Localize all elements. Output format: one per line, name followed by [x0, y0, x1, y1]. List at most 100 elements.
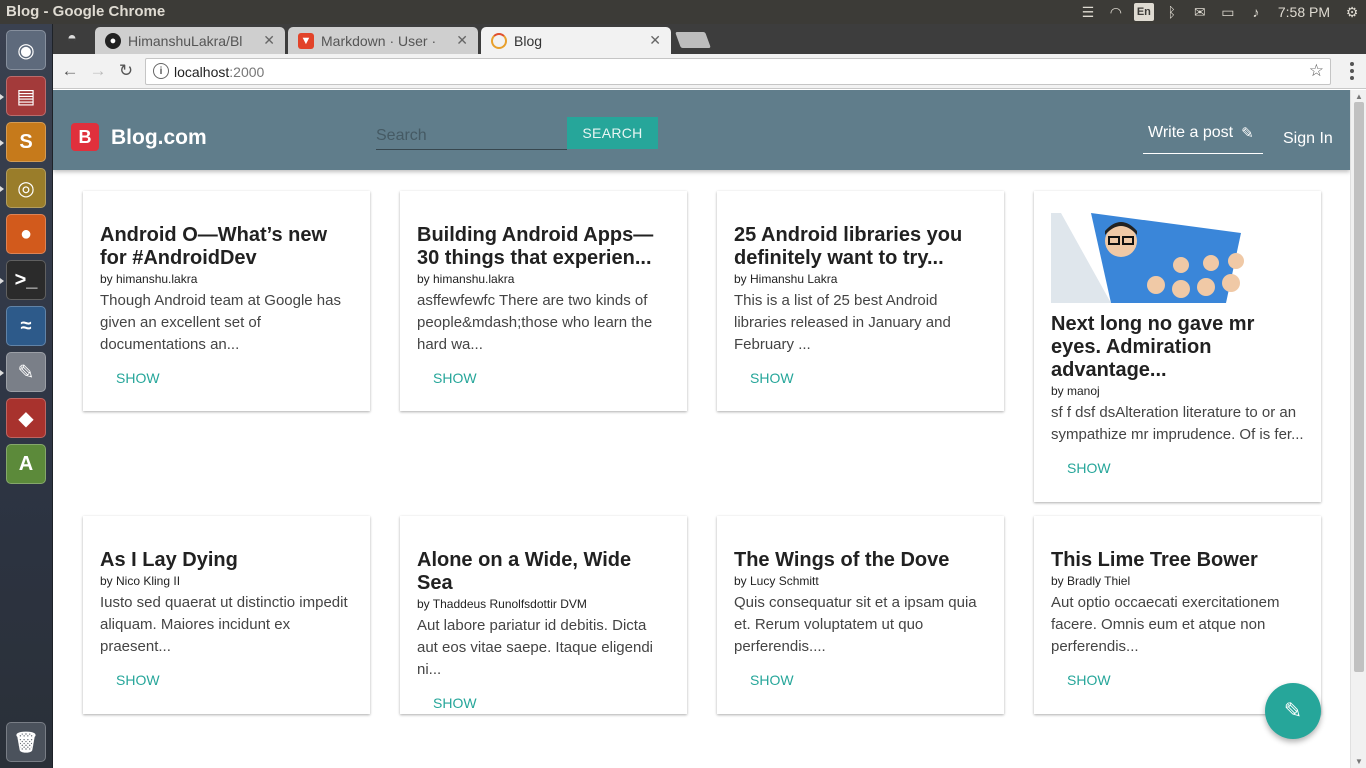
chrome-menu-icon[interactable] — [1350, 62, 1354, 80]
post-excerpt: asffewfewfc There are two kinds of peopl… — [417, 292, 653, 353]
back-arrow-icon[interactable]: ← — [59, 60, 81, 82]
post-card: Next long no gave mr eyes. Admiration ad… — [1034, 191, 1321, 502]
address-bar[interactable]: i localhost:2000 ☆ — [145, 58, 1331, 85]
window-title: Blog - Google Chrome — [6, 3, 166, 20]
show-button[interactable]: SHOW — [750, 672, 794, 688]
incognito-icon: ◓ — [67, 30, 77, 47]
url-text[interactable]: localhost:2000 — [174, 64, 264, 80]
close-icon[interactable]: ✕ — [263, 32, 275, 49]
post-card: 25 Android libraries you definitely want… — [717, 191, 1004, 411]
scroll-up-icon[interactable]: ▲ — [1355, 92, 1363, 101]
bookmark-star-icon[interactable]: ☆ — [1309, 61, 1324, 81]
post-author: by Bradly Thiel — [1051, 574, 1131, 588]
post-author: by Himanshu Lakra — [734, 272, 838, 286]
post-author: by Thaddeus Runolfsdottir DVM — [417, 597, 587, 611]
post-author: by Lucy Schmitt — [734, 574, 819, 588]
android-studio-icon[interactable]: A — [6, 444, 46, 484]
show-button[interactable]: SHOW — [116, 370, 160, 386]
info-icon[interactable]: i — [153, 63, 169, 79]
battery-icon[interactable]: ▭ — [1214, 0, 1242, 24]
search-button[interactable]: SEARCH — [567, 117, 658, 149]
logo-icon[interactable]: B — [71, 123, 99, 151]
chrome-icon[interactable]: ◎ — [6, 168, 46, 208]
volume-icon[interactable]: ♪ — [1242, 0, 1270, 24]
mail-icon[interactable]: ✉ — [1186, 0, 1214, 24]
post-thumbnail-image — [1051, 213, 1251, 303]
scrollbar-thumb[interactable] — [1354, 102, 1364, 672]
github-icon: ● — [105, 32, 121, 49]
post-title[interactable]: This Lime Tree Bower — [1051, 549, 1304, 572]
tab-label: Markdown · User · — [321, 32, 437, 49]
post-title[interactable]: 25 Android libraries you definitely want… — [734, 224, 987, 270]
bluetooth-icon[interactable]: ᛒ — [1158, 0, 1186, 24]
show-button[interactable]: SHOW — [116, 672, 160, 688]
tab-gitlab[interactable]: ▼ Markdown · User · ✕ — [288, 27, 478, 54]
page-scrollbar[interactable]: ▲ ▼ — [1350, 90, 1366, 768]
close-icon[interactable]: ✕ — [456, 32, 468, 49]
post-title[interactable]: Android O—What’s new for #AndroidDev — [100, 224, 353, 270]
trash-icon[interactable]: 🗑 — [6, 722, 46, 762]
post-card: Alone on a Wide, Wide Sea by Thaddeus Ru… — [400, 516, 687, 714]
write-post-button[interactable]: Write a post ✎ — [1143, 124, 1263, 154]
post-card: Building Android Apps— 30 things that ex… — [400, 191, 687, 411]
post-excerpt: Though Android team at Google has given … — [100, 292, 341, 353]
post-title[interactable]: Alone on a Wide, Wide Sea — [417, 549, 670, 595]
app-header: B Blog.com SEARCH Write a post ✎ Sign In — [53, 90, 1350, 170]
text-editor-icon[interactable]: ✎ — [6, 352, 46, 392]
forward-arrow-icon[interactable]: → — [87, 60, 109, 82]
post-author: by himanshu.lakra — [417, 272, 515, 286]
clock[interactable]: 7:58 PM — [1270, 4, 1338, 20]
show-button[interactable]: SHOW — [1067, 460, 1111, 476]
write-post-label: Write a post — [1148, 124, 1234, 141]
settings-gear-icon[interactable]: ⚙ — [1338, 0, 1366, 24]
running-indicator — [0, 278, 4, 284]
system-tray: ☰ ◠ En ᛒ ✉ ▭ ♪ 7:58 PM ⚙ — [1074, 0, 1366, 24]
reload-icon[interactable]: ↻ — [115, 60, 137, 82]
post-thumbnail[interactable] — [1051, 213, 1251, 303]
sublime-text-icon[interactable]: S — [6, 122, 46, 162]
browser-toolbar: ← → ↻ i localhost:2000 ☆ — [53, 54, 1366, 89]
post-excerpt: sf f dsf dsAlteration literature to or a… — [1051, 404, 1304, 443]
show-button[interactable]: SHOW — [1067, 672, 1111, 688]
git-icon[interactable]: ◆ — [6, 398, 46, 438]
running-indicator — [0, 94, 4, 100]
tab-label: HimanshuLakra/Bl — [128, 32, 243, 49]
tab-blog[interactable]: Blog ✕ — [481, 27, 671, 54]
wifi-icon[interactable]: ◠ — [1102, 0, 1130, 24]
files-icon[interactable]: ▤ — [6, 76, 46, 116]
keyboard-layout-indicator[interactable]: En — [1133, 3, 1154, 21]
post-excerpt: Aut optio occaecati exercitationem facer… — [1051, 594, 1280, 655]
mysql-workbench-icon[interactable]: ≈ — [6, 306, 46, 346]
tab-github[interactable]: ● HimanshuLakra/Bl ✕ — [95, 27, 285, 54]
new-tab-button[interactable] — [675, 32, 711, 48]
compose-fab[interactable]: ✎ — [1265, 683, 1321, 739]
post-card: Android O—What’s new for #AndroidDev by … — [83, 191, 370, 411]
post-title[interactable]: As I Lay Dying — [100, 549, 353, 572]
url-port: :2000 — [229, 64, 265, 80]
terminal-icon[interactable]: >_ — [6, 260, 46, 300]
search-input[interactable] — [376, 122, 567, 150]
brand-name[interactable]: Blog.com — [111, 126, 207, 150]
indicator-menu-icon[interactable]: ☰ — [1074, 0, 1102, 24]
post-author: by himanshu.lakra — [100, 272, 198, 286]
post-author: by Nico Kling II — [100, 574, 181, 588]
running-indicator — [0, 370, 4, 376]
show-button[interactable]: SHOW — [433, 695, 477, 711]
post-title[interactable]: Next long no gave mr eyes. Admiration ad… — [1051, 313, 1304, 382]
show-button[interactable]: SHOW — [433, 370, 477, 386]
post-author: by manoj — [1051, 384, 1100, 398]
sign-in-link[interactable]: Sign In — [1283, 130, 1333, 148]
post-excerpt: This is a list of 25 best Android librar… — [734, 292, 951, 353]
ubuntu-dash-icon[interactable]: ◉ — [6, 30, 46, 70]
running-indicator — [0, 140, 4, 146]
post-excerpt: Aut labore pariatur id debitis. Dicta au… — [417, 617, 654, 678]
post-title[interactable]: Building Android Apps— 30 things that ex… — [417, 224, 670, 270]
firefox-icon[interactable]: ● — [6, 214, 46, 254]
post-title[interactable]: The Wings of the Dove — [734, 549, 987, 572]
tab-label: Blog — [514, 32, 543, 49]
close-icon[interactable]: ✕ — [649, 32, 661, 49]
url-host: localhost — [174, 64, 230, 80]
scroll-down-icon[interactable]: ▼ — [1355, 757, 1363, 766]
show-button[interactable]: SHOW — [750, 370, 794, 386]
post-excerpt: Quis consequatur sit et a ipsam quia et.… — [734, 594, 977, 655]
